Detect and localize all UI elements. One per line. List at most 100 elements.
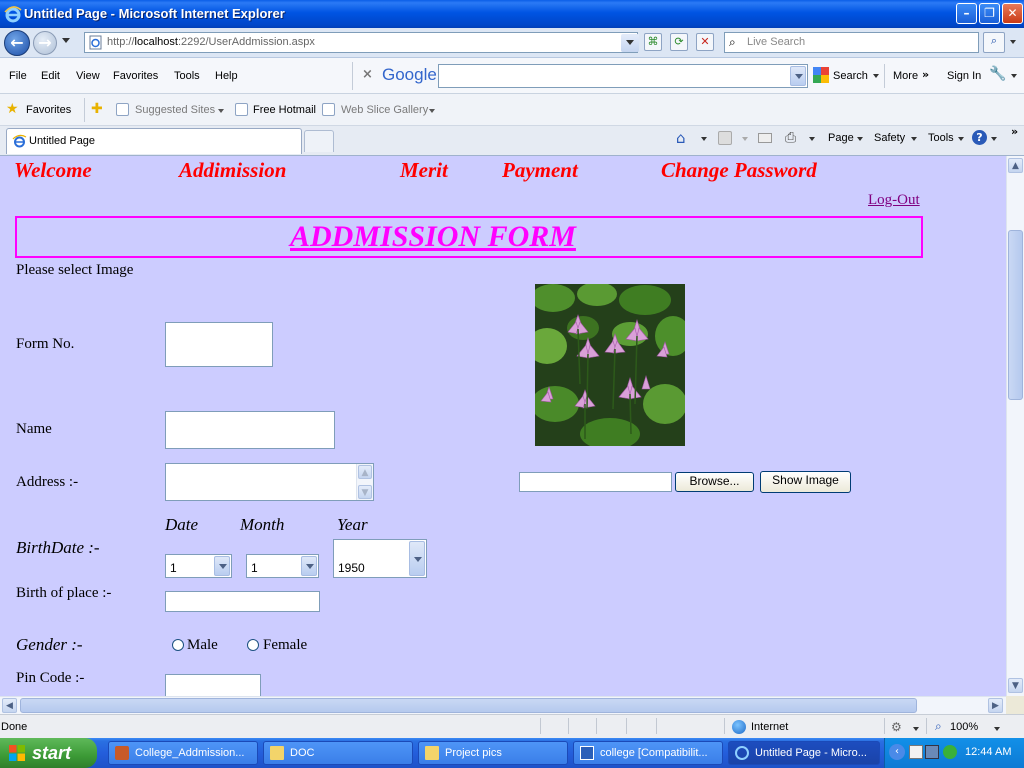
feed-dropdown-icon[interactable] bbox=[742, 137, 748, 141]
vertical-scroll-thumb[interactable] bbox=[1008, 230, 1023, 400]
print-icon[interactable]: ⎙ bbox=[785, 130, 796, 146]
minimize-button[interactable]: – bbox=[956, 3, 977, 24]
new-tab-button[interactable] bbox=[304, 130, 334, 152]
tools-dropdown-icon[interactable] bbox=[958, 137, 964, 141]
compatibility-view-button[interactable]: ⌘ bbox=[644, 33, 662, 51]
zoom-level[interactable]: 100% bbox=[950, 721, 978, 733]
favorites-button[interactable]: Favorites bbox=[26, 104, 71, 116]
show-image-button[interactable]: Show Image bbox=[760, 471, 851, 493]
rss-feed-icon[interactable] bbox=[718, 131, 732, 145]
zoom-dropdown-icon[interactable] bbox=[994, 727, 1000, 731]
address-dropdown-button[interactable] bbox=[621, 34, 639, 52]
menu-help[interactable]: Help bbox=[215, 70, 238, 82]
live-search-input[interactable]: ⌕ Live Search bbox=[724, 32, 979, 53]
fav-suggested-sites[interactable]: Suggested Sites bbox=[135, 104, 215, 116]
horizontal-scroll-thumb[interactable] bbox=[20, 698, 917, 713]
search-options-icon[interactable] bbox=[1010, 40, 1016, 44]
nav-merit[interactable]: Merit bbox=[400, 158, 448, 183]
female-radio[interactable] bbox=[247, 639, 259, 651]
more-button[interactable]: More bbox=[893, 70, 918, 82]
protected-mode-dropdown-icon[interactable] bbox=[913, 727, 919, 731]
add-favorite-icon[interactable]: ✚ bbox=[91, 101, 103, 117]
back-button[interactable]: ← bbox=[4, 30, 30, 56]
stop-button[interactable]: ✕ bbox=[696, 33, 714, 51]
home-icon[interactable]: ⌂ bbox=[676, 129, 686, 147]
birth-date-select[interactable]: 1 bbox=[165, 554, 232, 578]
male-radio[interactable] bbox=[172, 639, 184, 651]
safety-dropdown-icon[interactable] bbox=[911, 137, 917, 141]
history-dropdown-icon[interactable] bbox=[62, 38, 70, 43]
task-project-pics[interactable]: Project pics bbox=[418, 741, 568, 765]
nav-welcome[interactable]: Welcome bbox=[14, 158, 92, 183]
zoom-icon[interactable]: ⌕ bbox=[935, 719, 942, 734]
sign-in-button[interactable]: Sign In bbox=[947, 70, 981, 82]
tray-app-icon[interactable] bbox=[925, 745, 939, 759]
search-dropdown-icon[interactable] bbox=[873, 74, 879, 78]
menu-favorites[interactable]: Favorites bbox=[113, 70, 158, 82]
menu-edit[interactable]: Edit bbox=[41, 70, 60, 82]
more-commands-icon[interactable]: » bbox=[1011, 125, 1018, 138]
restore-button[interactable]: ❐ bbox=[979, 3, 1000, 24]
task-doc[interactable]: DOC bbox=[263, 741, 413, 765]
menu-view[interactable]: View bbox=[76, 70, 100, 82]
help-dropdown-icon[interactable] bbox=[991, 137, 997, 141]
clock[interactable]: 12:44 AM bbox=[965, 746, 1011, 758]
file-path-input[interactable] bbox=[519, 472, 672, 492]
web-slice-dropdown-icon[interactable] bbox=[429, 109, 435, 113]
network-icon[interactable] bbox=[909, 745, 923, 759]
suggested-sites-dropdown-icon[interactable] bbox=[218, 109, 224, 113]
settings-dropdown-icon[interactable] bbox=[1011, 74, 1017, 78]
page-dropdown-icon[interactable] bbox=[857, 137, 863, 141]
tray-back-icon[interactable]: ‹ bbox=[889, 744, 905, 760]
refresh-button[interactable]: ⟳ bbox=[670, 33, 688, 51]
nav-change-password[interactable]: Change Password bbox=[661, 158, 817, 183]
birth-place-input[interactable] bbox=[165, 591, 320, 612]
home-dropdown-icon[interactable] bbox=[701, 137, 707, 141]
scroll-down-icon[interactable]: ▼ bbox=[1008, 678, 1023, 693]
mail-icon[interactable] bbox=[758, 133, 772, 143]
help-icon[interactable]: ? bbox=[972, 130, 987, 145]
google-search-button[interactable]: Search bbox=[833, 70, 868, 82]
fav-web-slice-gallery[interactable]: Web Slice Gallery bbox=[341, 104, 428, 116]
google-dropdown-button[interactable] bbox=[790, 65, 807, 87]
browse-button[interactable]: Browse... bbox=[675, 472, 754, 492]
vertical-scrollbar[interactable]: ▲ ▼ bbox=[1006, 156, 1024, 696]
wrench-icon[interactable]: 🔧 bbox=[989, 66, 1006, 82]
fav-free-hotmail[interactable]: Free Hotmail bbox=[253, 104, 316, 116]
live-search-button[interactable]: ⌕ bbox=[983, 32, 1005, 53]
close-toolbar-icon[interactable]: × bbox=[362, 67, 373, 82]
horizontal-scrollbar[interactable]: ◀ ▶ bbox=[0, 696, 1006, 714]
scroll-up-icon[interactable]: ▲ bbox=[1008, 158, 1023, 173]
address-field[interactable]: http://localhost:2292/UserAddmission.asp… bbox=[84, 32, 638, 53]
google-search-input[interactable] bbox=[438, 64, 808, 88]
close-window-button[interactable]: ✕ bbox=[1002, 3, 1023, 24]
nav-payment[interactable]: Payment bbox=[502, 158, 578, 183]
menu-file[interactable]: File bbox=[9, 70, 27, 82]
safety-menu[interactable]: Safety bbox=[874, 132, 905, 144]
scroll-up-icon[interactable]: ▲ bbox=[358, 465, 372, 479]
print-dropdown-icon[interactable] bbox=[809, 137, 815, 141]
birth-month-select[interactable]: 1 bbox=[246, 554, 319, 578]
protected-mode-icon[interactable]: ⚙ bbox=[891, 720, 902, 734]
tab-untitled-page[interactable]: Untitled Page bbox=[6, 128, 302, 154]
menu-tools[interactable]: Tools bbox=[174, 70, 200, 82]
logout-link[interactable]: Log-Out bbox=[868, 192, 920, 209]
address-textarea[interactable]: ▲ ▼ bbox=[165, 463, 374, 501]
forward-button[interactable]: → bbox=[33, 31, 57, 55]
nav-admission[interactable]: Addimission bbox=[179, 158, 286, 183]
birth-year-select[interactable]: 1950 bbox=[333, 539, 427, 578]
security-status-icon[interactable] bbox=[943, 745, 957, 759]
task-untitled-page[interactable]: Untitled Page - Micro... bbox=[728, 741, 880, 765]
scroll-left-icon[interactable]: ◀ bbox=[2, 698, 17, 713]
tools-menu[interactable]: Tools bbox=[928, 132, 954, 144]
name-input[interactable] bbox=[165, 411, 335, 449]
start-button[interactable]: start bbox=[0, 738, 97, 768]
task-college-word[interactable]: college [Compatibilit... bbox=[573, 741, 723, 765]
form-no-input[interactable] bbox=[165, 322, 273, 367]
address-scrollbar[interactable]: ▲ ▼ bbox=[356, 464, 373, 500]
page-menu[interactable]: Page bbox=[828, 132, 854, 144]
scroll-down-icon[interactable]: ▼ bbox=[358, 485, 372, 499]
pin-code-input[interactable] bbox=[165, 674, 261, 696]
task-college-addmission[interactable]: College_Addmission... bbox=[108, 741, 258, 765]
scroll-right-icon[interactable]: ▶ bbox=[988, 698, 1003, 713]
